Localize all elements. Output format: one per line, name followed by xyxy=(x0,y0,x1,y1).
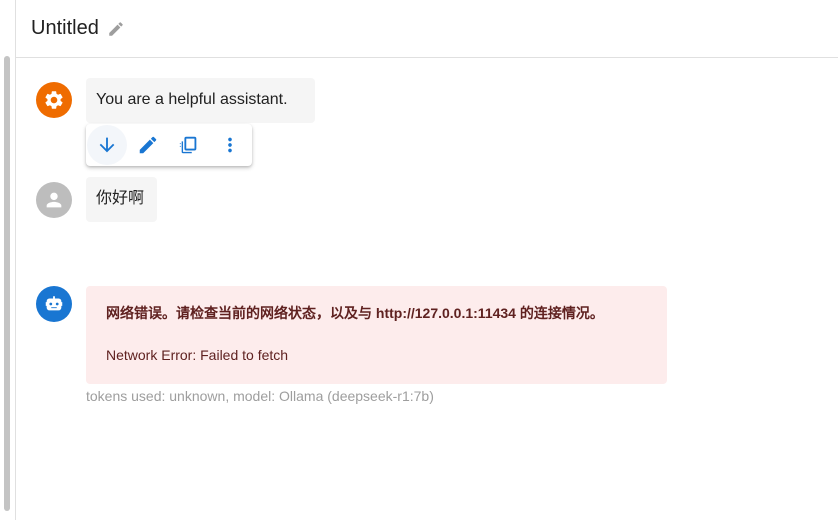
chat-header: Untitled xyxy=(16,0,838,58)
error-detail: Network Error: Failed to fetch xyxy=(106,347,289,363)
copy-message-button[interactable] xyxy=(169,125,209,165)
copy-icon xyxy=(179,136,197,154)
move-down-button[interactable] xyxy=(87,125,127,165)
gear-icon xyxy=(45,91,63,109)
error-title: 网络错误。请检查当前的网络状态，以及与 http://127.0.0.1:114… xyxy=(106,305,604,321)
edit-message-button[interactable] xyxy=(128,125,168,165)
left-divider xyxy=(15,0,16,520)
robot-icon xyxy=(45,296,63,311)
more-vert-icon xyxy=(228,137,232,153)
pencil-icon[interactable] xyxy=(107,20,125,38)
chat-title[interactable]: Untitled xyxy=(31,17,99,40)
system-message[interactable]: You are a helpful assistant. xyxy=(86,78,315,123)
arrow-down-icon xyxy=(99,137,115,153)
user-avatar xyxy=(36,182,72,218)
system-avatar xyxy=(36,82,72,118)
assistant-avatar xyxy=(36,286,72,322)
message-toolbar xyxy=(86,124,252,166)
user-message[interactable]: 你好啊 xyxy=(86,177,157,222)
pencil-icon xyxy=(139,136,157,154)
scrollbar[interactable] xyxy=(4,56,10,511)
error-message[interactable]: 网络错误。请检查当前的网络状态，以及与 http://127.0.0.1:114… xyxy=(86,286,667,384)
chat-app: Untitled You are a helpful assistant. 你好… xyxy=(0,0,838,520)
more-options-button[interactable] xyxy=(210,125,250,165)
message-meta: tokens used: unknown, model: Ollama (dee… xyxy=(86,388,434,404)
person-icon xyxy=(46,192,62,208)
